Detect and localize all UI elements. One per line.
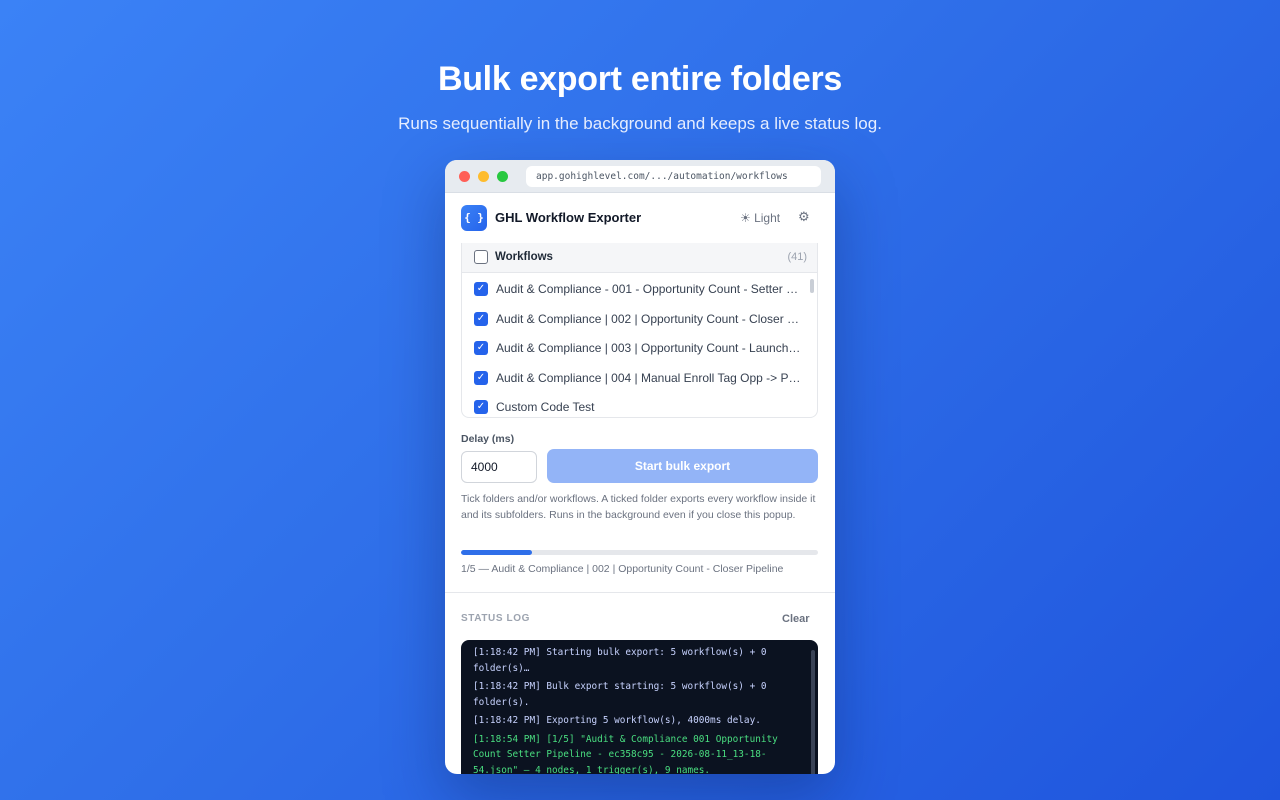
- checkmark-icon[interactable]: ✓: [474, 370, 488, 385]
- popup-header: { } GHL Workflow Exporter ☀ Light ⚙: [445, 193, 835, 243]
- workflow-list-title: Workflows: [495, 251, 553, 263]
- minimize-window-icon[interactable]: [478, 171, 489, 182]
- clear-log-button[interactable]: Clear: [782, 613, 810, 625]
- hero-subtitle: Runs sequentially in the background and …: [398, 114, 882, 133]
- close-window-icon[interactable]: [459, 171, 470, 182]
- start-bulk-export-button[interactable]: Start bulk export: [547, 449, 818, 483]
- braces-logo-icon: { }: [461, 205, 487, 231]
- log-line: [1:18:42 PM] Bulk export starting: 5 wor…: [473, 681, 767, 708]
- delay-input[interactable]: [461, 451, 537, 483]
- log-line: [1:18:42 PM] Starting bulk export: 5 wor…: [473, 647, 767, 674]
- workflow-list-scrollbar[interactable]: [810, 279, 814, 293]
- export-progress-bar: [461, 550, 818, 555]
- select-all-checkbox[interactable]: [474, 250, 488, 264]
- workflow-name: Audit & Compliance | 004 | Manual Enroll…: [496, 370, 801, 385]
- hero-title: Bulk export entire folders: [437, 60, 843, 98]
- workflow-name: Audit & Compliance | 003 | Opportunity C…: [496, 341, 801, 355]
- progress-status-text: 1/5 — Audit & Compliance | 002 | Opportu…: [461, 563, 784, 575]
- log-scrollbar[interactable]: [811, 650, 815, 774]
- checkmark-icon[interactable]: ✓: [474, 282, 488, 296]
- workflow-row[interactable]: ✓ Custom Code Test: [462, 392, 817, 417]
- status-log-console: [1:18:42 PM] Starting bulk export: 5 wor…: [461, 640, 818, 774]
- checkmark-icon[interactable]: ✓: [474, 341, 488, 355]
- extension-popup: { } GHL Workflow Exporter ☀ Light ⚙ Work…: [445, 193, 835, 774]
- checkmark-icon[interactable]: ✓: [474, 400, 488, 414]
- workflow-row[interactable]: ✓ Audit & Compliance - 001 - Opportunity…: [462, 274, 817, 304]
- status-log-title: STATUS LOG: [461, 613, 530, 624]
- log-line-success: [1:18:54 PM] [1/5] "Audit & Compliance 0…: [473, 733, 778, 775]
- export-progress-fill: [461, 550, 533, 555]
- workflow-row[interactable]: ✓ Audit & Compliance | 004 | Manual Enro…: [462, 363, 817, 393]
- log-line: [1:18:42 PM] Exporting 5 workflow(s), 40…: [473, 715, 761, 726]
- workflow-name: Audit & Compliance - 001 - Opportunity C…: [496, 282, 801, 296]
- address-bar[interactable]: app.gohighlevel.com/.../automation/workf…: [526, 166, 821, 187]
- workflow-row[interactable]: ✓ Audit & Compliance | 003 | Opportunity…: [462, 333, 817, 363]
- workflow-name: Audit & Compliance | 002 | Opportunity C…: [496, 311, 801, 326]
- app-title: GHL Workflow Exporter: [495, 210, 642, 225]
- workflow-name: Custom Code Test: [496, 400, 595, 414]
- gear-icon[interactable]: ⚙: [798, 209, 810, 225]
- workflow-list-header: Workflows (41): [462, 243, 817, 273]
- browser-chrome: app.gohighlevel.com/.../automation/workf…: [445, 160, 835, 193]
- maximize-window-icon[interactable]: [497, 171, 508, 182]
- help-text: Tick folders and/or workflows. A ticked …: [461, 493, 816, 521]
- checkmark-icon[interactable]: ✓: [474, 311, 488, 326]
- browser-window: app.gohighlevel.com/.../automation/workf…: [445, 160, 835, 774]
- workflow-count: (41): [787, 251, 807, 263]
- workflow-row[interactable]: ✓ Audit & Compliance | 002 | Opportunity…: [462, 304, 817, 334]
- delay-label: Delay (ms): [461, 433, 515, 445]
- theme-toggle-button[interactable]: ☀ Light: [740, 211, 780, 225]
- section-divider: [445, 592, 835, 593]
- workflow-list: Workflows (41) ✓ Audit & Compliance - 00…: [461, 243, 818, 418]
